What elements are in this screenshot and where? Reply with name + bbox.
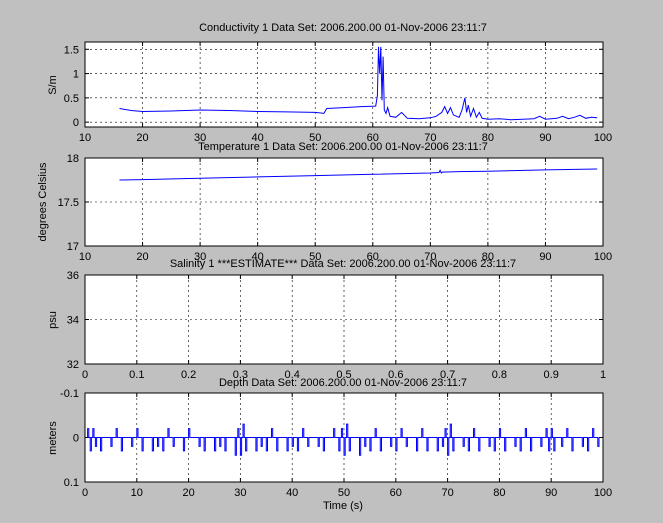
x-tick-label: 90 bbox=[539, 251, 551, 263]
y-tick-label: 34 bbox=[67, 315, 79, 327]
x-tick-label: 90 bbox=[539, 132, 551, 144]
x-tick-label: 0.1 bbox=[129, 369, 144, 381]
y-tick-label: 17 bbox=[67, 241, 79, 253]
x-tick-label: 20 bbox=[136, 132, 148, 144]
y-tick-label: 0.1 bbox=[64, 477, 79, 489]
subplot-temperature: Temperature 1 Data Set: 2006.200.00 01-N… bbox=[37, 141, 612, 263]
y-axis-label: meters bbox=[47, 421, 59, 455]
x-tick-label: 90 bbox=[545, 487, 557, 499]
x-tick-label: 100 bbox=[594, 251, 612, 263]
subplot-salinity: Salinity 1 ***ESTIMATE*** Data Set: 2006… bbox=[47, 258, 606, 381]
x-tick-label: 10 bbox=[131, 487, 143, 499]
y-tick-label: 32 bbox=[67, 359, 79, 371]
x-tick-label: 0.2 bbox=[181, 369, 196, 381]
y-axis-label: psu bbox=[47, 311, 59, 329]
x-tick-label: 60 bbox=[390, 487, 402, 499]
x-tick-label: 20 bbox=[136, 251, 148, 263]
x-tick-label: 10 bbox=[79, 251, 91, 263]
chart-title: Conductivity 1 Data Set: 2006.200.00 01-… bbox=[199, 22, 487, 34]
y-tick-label: 17.5 bbox=[58, 197, 79, 209]
y-tick-label: 0.5 bbox=[64, 93, 79, 105]
y-tick-label: 36 bbox=[67, 270, 79, 282]
x-tick-label: 40 bbox=[286, 487, 298, 499]
y-tick-label: 0 bbox=[73, 117, 79, 129]
y-tick-label: 0 bbox=[73, 433, 79, 445]
x-tick-label: 10 bbox=[79, 132, 91, 144]
x-tick-label: 1 bbox=[600, 369, 606, 381]
y-tick-label: 1 bbox=[73, 69, 79, 81]
y-tick-label: -0.1 bbox=[60, 388, 79, 400]
x-tick-label: 0 bbox=[82, 487, 88, 499]
y-axis-label: S/m bbox=[47, 75, 59, 95]
figure-window: Conductivity 1 Data Set: 2006.200.00 01-… bbox=[0, 0, 663, 523]
x-tick-label: 50 bbox=[338, 487, 350, 499]
x-tick-label: 0.9 bbox=[544, 369, 559, 381]
y-axis-label: degrees Celsius bbox=[37, 162, 49, 241]
x-tick-label: 100 bbox=[594, 487, 612, 499]
x-tick-label: 20 bbox=[182, 487, 194, 499]
y-tick-label: 18 bbox=[67, 153, 79, 165]
plot-area bbox=[84, 41, 604, 128]
x-axis-label: Time (s) bbox=[323, 500, 363, 512]
x-tick-label: 0.8 bbox=[492, 369, 507, 381]
x-tick-label: 100 bbox=[594, 132, 612, 144]
chart-title: Salinity 1 ***ESTIMATE*** Data Set: 2006… bbox=[170, 258, 516, 270]
chart-title: Temperature 1 Data Set: 2006.200.00 01-N… bbox=[198, 141, 488, 153]
y-tick-label: 1.5 bbox=[64, 44, 79, 56]
x-tick-label: 0 bbox=[82, 369, 88, 381]
chart-title: Depth Data Set: 2006.200.00 01-Nov-2006 … bbox=[219, 377, 467, 389]
x-tick-label: 30 bbox=[234, 487, 246, 499]
x-tick-label: 70 bbox=[441, 487, 453, 499]
x-tick-label: 80 bbox=[493, 487, 505, 499]
